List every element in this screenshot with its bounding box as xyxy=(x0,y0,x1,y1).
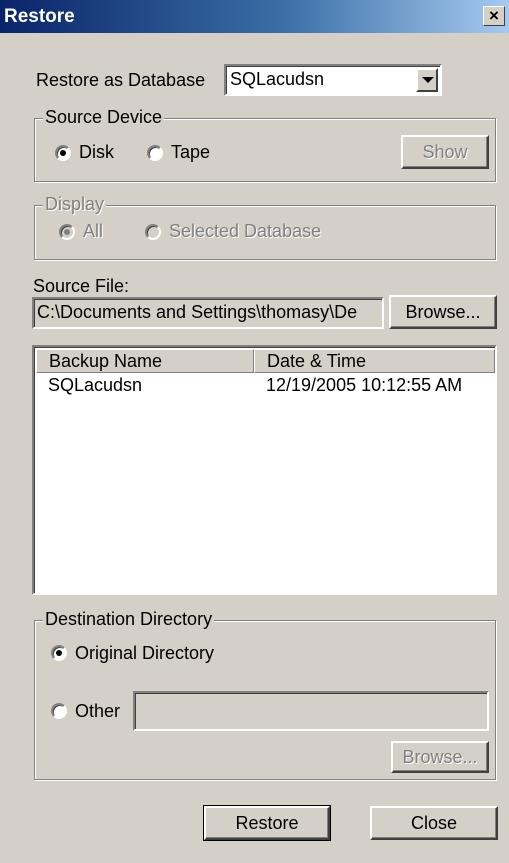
radio-selected-dot xyxy=(56,650,62,656)
table-row[interactable]: SQLacudsn 12/19/2005 10:12:55 AM xyxy=(36,374,495,396)
restore-as-value: SQLacudsn xyxy=(230,69,325,89)
title-bar: Restore × xyxy=(0,0,509,33)
window-title: Restore xyxy=(4,6,75,27)
other-label: Other xyxy=(75,701,121,721)
source-device-title: Source Device xyxy=(43,107,165,128)
destination-browse-button[interactable]: Browse... xyxy=(391,741,489,773)
display-group: Display All Selected Database xyxy=(34,194,496,260)
source-file-browse-button[interactable]: Browse... xyxy=(389,295,497,329)
column-header-date-time[interactable]: Date & Time xyxy=(254,349,495,373)
show-button[interactable]: Show xyxy=(401,135,489,169)
restore-button[interactable]: Restore xyxy=(203,805,331,841)
column-header-backup-name[interactable]: Backup Name xyxy=(36,349,254,373)
restore-dialog: Restore × Restore as Database SQLacudsn … xyxy=(0,0,509,863)
destination-directory-title: Destination Directory xyxy=(43,609,215,630)
all-radio[interactable] xyxy=(59,224,75,240)
close-icon: × xyxy=(489,6,499,25)
date-time-cell: 12/19/2005 10:12:55 AM xyxy=(266,375,463,395)
other-directory-field[interactable] xyxy=(133,691,489,731)
radio-selected-dot xyxy=(64,229,70,235)
restore-as-database-combo[interactable]: SQLacudsn xyxy=(224,64,442,96)
dropdown-button[interactable] xyxy=(416,68,438,92)
backup-name-cell: SQLacudsn xyxy=(48,375,143,395)
source-file-value: C:\Documents and Settings\thomasy\De xyxy=(37,302,358,322)
other-radio[interactable] xyxy=(51,703,67,719)
restore-as-label: Restore as Database xyxy=(36,70,206,90)
source-file-field[interactable]: C:\Documents and Settings\thomasy\De xyxy=(32,297,384,329)
radio-selected-dot xyxy=(60,150,66,156)
selected-database-radio[interactable] xyxy=(145,224,161,240)
tape-label: Tape xyxy=(171,142,211,162)
selected-database-label: Selected Database xyxy=(169,221,322,241)
disk-label: Disk xyxy=(79,142,114,162)
tape-radio[interactable] xyxy=(147,145,163,161)
close-button[interactable]: Close xyxy=(370,806,498,840)
close-window-button[interactable]: × xyxy=(483,6,505,26)
all-label: All xyxy=(83,221,104,241)
source-file-label: Source File: xyxy=(33,276,130,296)
display-title: Display xyxy=(43,194,107,215)
source-device-group: Source Device Disk Tape Show xyxy=(34,107,496,182)
original-directory-label: Original Directory xyxy=(75,643,215,663)
original-directory-radio[interactable] xyxy=(51,645,67,661)
backup-list[interactable]: Backup Name Date & Time SQLacudsn 12/19/… xyxy=(32,345,497,595)
disk-radio[interactable] xyxy=(55,145,71,161)
chevron-down-icon xyxy=(422,77,434,83)
destination-directory-group: Destination Directory Original Directory… xyxy=(34,609,496,780)
